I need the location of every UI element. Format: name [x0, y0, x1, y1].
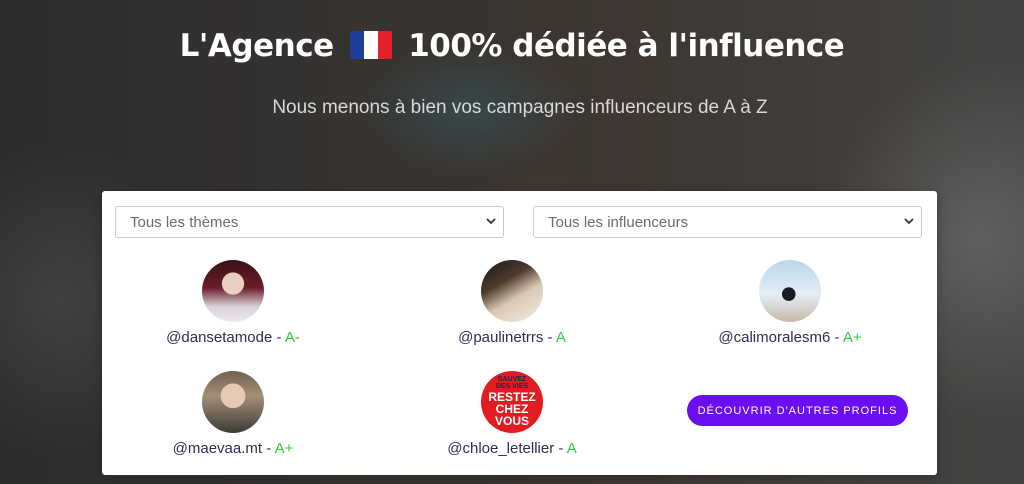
- influencer-grade: A+: [842, 329, 862, 346]
- influencer-handle[interactable]: @maevaa.mt: [173, 440, 262, 457]
- profile-card-maevaa-mt[interactable]: @maevaa.mt - A+: [113, 371, 353, 457]
- avatar-text-line: VOUS: [494, 414, 529, 428]
- influencer-handle[interactable]: @paulinetrrs: [458, 329, 543, 346]
- separator: -: [830, 329, 843, 346]
- themes-select-value: Tous les thèmes: [130, 214, 239, 231]
- profile-card-paulinetrrs[interactable]: @paulinetrrs - A: [392, 260, 632, 346]
- avatar-text-line: DES VIES: [495, 383, 529, 390]
- avatar-text-line: SAUVEZ: [497, 376, 527, 383]
- discover-more-profiles-button[interactable]: Découvrir d'autres profils: [687, 395, 908, 426]
- influencer-handle[interactable]: @calimoralesm6: [718, 329, 830, 346]
- influencer-grade: A-: [284, 329, 300, 346]
- influencers-select[interactable]: Tous les influenceurs: [533, 206, 922, 238]
- page-subtitle: Nous menons à bien vos campagnes influen…: [272, 97, 768, 118]
- influencers-select-value: Tous les influenceurs: [548, 214, 689, 231]
- avatar[interactable]: [202, 260, 264, 322]
- profile-card-calimoralesm6[interactable]: @calimoralesm6 - A+: [670, 260, 910, 346]
- influencer-handle[interactable]: @chloe_letellier: [447, 440, 554, 457]
- avatar[interactable]: [759, 260, 821, 322]
- influencer-grade: A: [566, 440, 577, 457]
- themes-select[interactable]: Tous les thèmes: [115, 206, 504, 238]
- separator: -: [262, 440, 275, 457]
- separator: -: [272, 329, 285, 346]
- avatar[interactable]: [202, 371, 264, 433]
- chevron-down-icon: [486, 218, 496, 225]
- profile-card-dansetamode[interactable]: @dansetamode - A-: [113, 260, 353, 346]
- separator: -: [554, 440, 567, 457]
- france-flag-icon: [349, 31, 392, 59]
- title-part-1: L'Agence: [179, 28, 334, 64]
- chevron-down-icon: [904, 218, 914, 225]
- influencers-card: Tous les thèmes Tous les influenceurs @d…: [102, 191, 937, 475]
- influencer-handle[interactable]: @dansetamode: [166, 329, 272, 346]
- influencer-grade: A: [555, 329, 566, 346]
- title-part-2: 100% dédiée à l'influence: [408, 28, 845, 64]
- avatar[interactable]: [481, 260, 543, 322]
- separator: -: [543, 329, 556, 346]
- avatar[interactable]: SAUVEZ DES VIES RESTEZ CHEZ VOUS: [481, 371, 543, 433]
- page-title: L'Agence 100% dédiée à l'influence: [0, 28, 1024, 64]
- influencer-grade: A+: [274, 440, 294, 457]
- profile-card-chloe-letellier[interactable]: SAUVEZ DES VIES RESTEZ CHEZ VOUS @chloe_…: [392, 371, 632, 457]
